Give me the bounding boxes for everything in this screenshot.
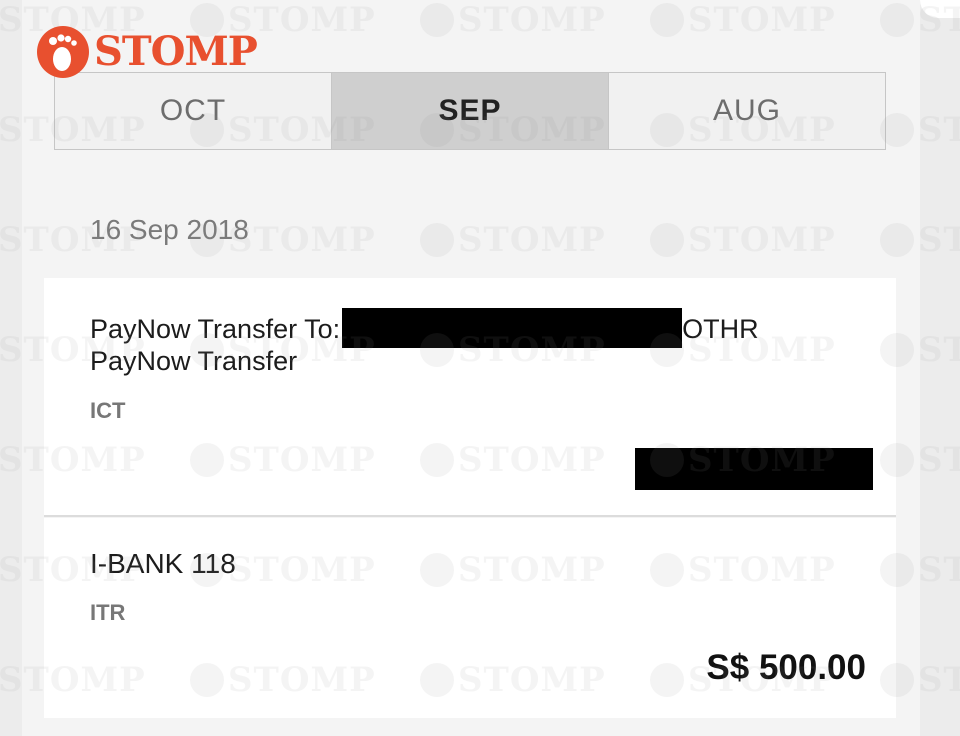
tab-aug[interactable]: AUG <box>609 73 885 149</box>
transaction-row[interactable]: PayNow Transfer To: OTHR PayNow Transfer … <box>44 278 896 516</box>
transaction-description: PayNow Transfer To: OTHR <box>90 308 759 348</box>
foot-logo-icon <box>37 26 89 78</box>
transaction-amount: S$ 500.00 <box>706 648 866 687</box>
transfer-prefix: PayNow Transfer To: <box>90 314 341 344</box>
tab-oct[interactable]: OCT <box>55 73 332 149</box>
page-edge <box>920 0 960 18</box>
redacted-recipient <box>342 308 683 348</box>
redacted-amount <box>635 448 873 490</box>
tab-sep[interactable]: SEP <box>332 73 609 149</box>
logo-text: STOMP <box>94 28 258 75</box>
month-tabs: OCT SEP AUG <box>54 72 886 150</box>
transaction-code: ICT <box>90 398 126 423</box>
transaction-code: ITR <box>90 600 126 625</box>
row-divider <box>44 515 896 517</box>
transaction-row[interactable]: I-BANK 118 ITR S$ 500.00 <box>44 518 896 718</box>
stomp-logo: STOMP <box>36 24 258 80</box>
transfer-suffix: OTHR <box>682 314 759 344</box>
transaction-description: I-BANK 118 <box>90 548 236 579</box>
transaction-subtitle: PayNow Transfer <box>90 346 298 376</box>
date-header: 16 Sep 2018 <box>90 214 249 245</box>
